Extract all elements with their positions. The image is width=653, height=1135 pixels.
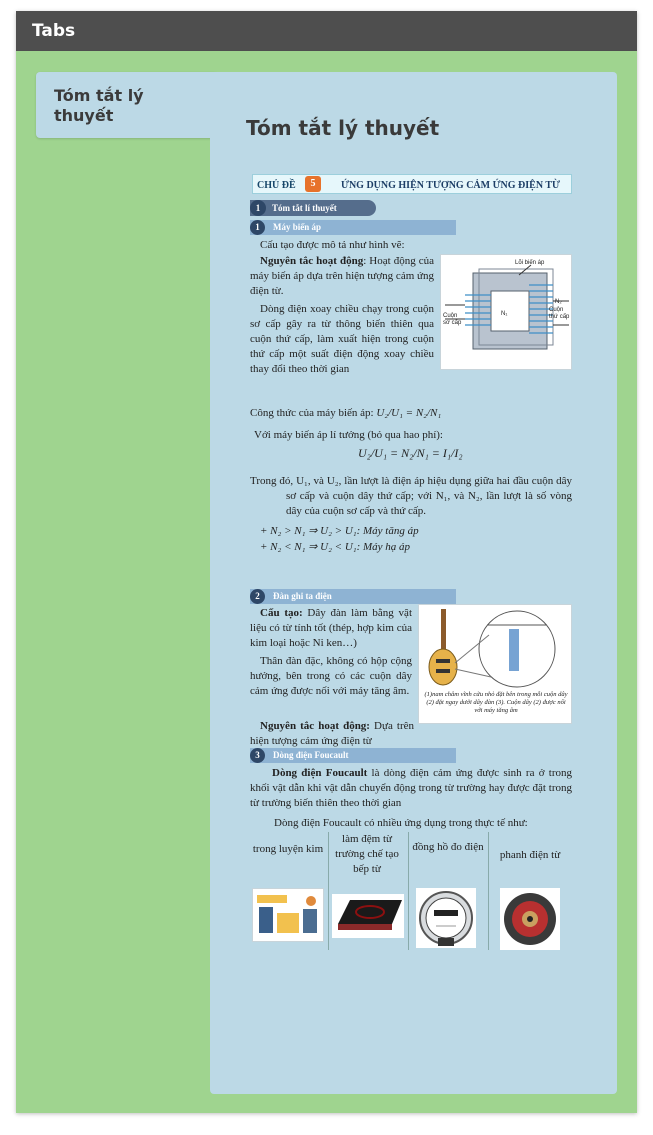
subsection-number: 1 [250,220,265,235]
guitar-icon [428,609,556,688]
application-label: trong luyện kim [252,843,324,855]
guitar-principle: Nguyên tắc hoạt động: Dựa trên hiện tượn… [250,719,414,749]
column-divider [408,832,409,950]
subsection-header: 1 Máy biến áp [250,220,456,235]
section-number: 1 [250,200,266,216]
subsection-header: 3 Dòng điện Foucault [250,748,456,763]
n1-label: N₁ [501,311,508,317]
step-up-rule: + N₂ > N₁ ⇒ U₂ > U₁: Máy tăng áp [260,525,419,537]
topic-prefix: CHỦ ĐỀ [257,180,296,191]
column-divider [488,832,489,950]
tab-panel: Tóm tắt lý thuyết CHỦ ĐỀ 5 ỨNG DỤNG HIỆN… [210,72,617,1094]
guitar-diagram: (1)nam châm vĩnh cửu nhỏ đặt bên trong m… [418,604,572,724]
subsection-title: Đàn ghi ta điện [273,591,332,601]
meter-icon [419,891,473,946]
topic-title: ỨNG DỤNG HIỆN TƯỢNG CẢM ỨNG ĐIỆN TỪ [341,180,560,191]
guitar-body: Thân đàn đặc, không có hộp cộng hưởng, b… [250,655,412,697]
transformer-intro: Cấu tạo được mô tả như hình vẽ: [260,239,405,251]
subsection-title: Máy biến áp [273,222,322,232]
electromagnetic-brake-image [500,888,560,950]
tab-tom-tat-ly-thuyet[interactable]: Tóm tắt lý thuyết [36,72,216,138]
guitar-principle-label: Nguyên tắc hoạt động: [260,720,370,732]
primary-coil-label: Cuộn sơ cấp [443,313,462,326]
step-down-rule: + N₂ < N₁ ⇒ U₂ < U₁: Máy hạ áp [260,541,411,553]
topic-number: 5 [305,176,321,192]
panel-heading: Tóm tắt lý thuyết [246,116,440,140]
electric-meter-image [416,888,476,948]
formula-explanation: Trong đó, U₁, và U₂, lần lượt là điện áp… [250,475,572,517]
subsection-number: 3 [250,748,265,763]
formula: U₂/U₁ = N₂/N₁ [376,407,442,419]
n2-label: N₂ [555,299,562,305]
foucault-definition: Dòng điện Foucault là dòng điện cảm ứng … [250,766,572,811]
guitar-structure: Cấu tạo: Dây đàn làm bằng vật liệu có từ… [250,606,412,651]
transformer-diagram: Lõi biến áp Cuộn sơ cấp Cuộn thứ cấp N₁ … [440,254,572,370]
core-label: Lõi biến áp [515,260,545,266]
metallurgy-image [252,888,324,942]
guitar-caption: (1)nam châm vĩnh cửu nhỏ đặt bên trong m… [424,691,568,714]
app-window: Tabs Tóm tắt lý thuyết Tóm tắt lý thuyết… [16,11,637,1113]
formula-label: Công thức của máy biến áp: [250,407,374,419]
application-label: làm đệm từ trường chế tạo bếp từ [335,833,399,875]
subsection-title: Dòng điện Foucault [273,750,349,760]
transformer-principle: Nguyên tắc hoạt động: Hoạt động của máy … [250,254,434,299]
ideal-formula: U₂/U₁ = N₂/N₁ = I₁/I₂ [358,446,463,460]
section-title: Tóm tắt lí thuyết [272,203,337,213]
applications-intro: Dòng điện Foucault có nhiều ứng dụng tro… [274,817,528,829]
application-label: phanh điện từ [499,849,561,861]
guitar-structure-label: Cấu tạo: [260,607,303,619]
subsection-header: 2 Đàn ghi ta điện [250,589,456,604]
factory-icon [257,895,317,933]
subsection-number: 2 [250,589,265,604]
topic-banner: CHỦ ĐỀ 5 ỨNG DỤNG HIỆN TƯỢNG CẢM ỨNG ĐIỆ… [252,174,572,194]
foucault-label: Dòng điện Foucault [272,767,368,779]
application-label: đồng hồ đo điện [412,841,484,853]
brake-icon [504,893,556,945]
transformer-paragraph: Dòng điện xoay chiều chạy trong cuộn sơ … [250,303,434,375]
section-header: 1 Tóm tắt lí thuyết [250,200,376,216]
transformer-principle-label: Nguyên tắc hoạt động [260,255,364,267]
app-title: Tabs [16,11,637,51]
formula-line: Công thức của máy biến áp: U₂/U₁ = N₂/N₁ [250,406,570,421]
induction-cooker-image [332,894,404,938]
ideal-transformer-text: Với máy biến áp lí tưởng (bỏ qua hao phí… [254,429,443,441]
cooktop-icon [338,900,402,930]
column-divider [328,832,329,950]
